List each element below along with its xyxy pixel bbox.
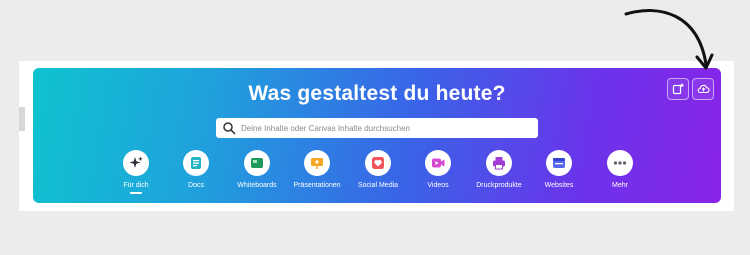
collapsed-side-tab[interactable] bbox=[19, 107, 25, 131]
presentation-icon bbox=[311, 158, 323, 169]
video-icon bbox=[432, 158, 445, 168]
category-label: Mehr bbox=[612, 182, 628, 189]
category-label: Für dich bbox=[123, 182, 149, 189]
category-icon-circle bbox=[244, 150, 270, 176]
category-icon-circle bbox=[546, 150, 572, 176]
annotation-arrow-icon bbox=[624, 9, 714, 70]
category-icon-circle bbox=[123, 150, 149, 176]
category-icon-circle bbox=[607, 150, 633, 176]
category-label: Social Media bbox=[357, 182, 399, 189]
category-docs[interactable]: Docs bbox=[161, 150, 231, 189]
category-praesentationen[interactable]: Präsentationen bbox=[282, 150, 352, 189]
category-icon-circle bbox=[365, 150, 391, 176]
hero-banner: Was gestaltest du heute? Deine Inhalte o… bbox=[33, 68, 721, 203]
category-websites[interactable]: Websites bbox=[524, 150, 594, 189]
upload-cloud-icon bbox=[697, 84, 710, 94]
search-icon bbox=[223, 122, 236, 135]
selected-indicator bbox=[130, 192, 142, 194]
category-row: Für dich Docs Whiteboards Präsentationen… bbox=[33, 150, 721, 200]
category-icon-circle bbox=[304, 150, 330, 176]
category-label: Videos bbox=[427, 182, 449, 189]
category-label: Präsentationen bbox=[293, 182, 341, 189]
category-icon-circle bbox=[183, 150, 209, 176]
search-bar[interactable] bbox=[216, 118, 538, 138]
category-mehr[interactable]: Mehr bbox=[585, 150, 655, 189]
category-icon-circle bbox=[425, 150, 451, 176]
category-videos[interactable]: Videos bbox=[403, 150, 473, 189]
page-title: Was gestaltest du heute? bbox=[248, 82, 506, 105]
category-label: Druckprodukte bbox=[476, 182, 522, 189]
custom-size-icon bbox=[672, 83, 684, 95]
category-label: Whiteboards bbox=[237, 182, 277, 189]
print-icon bbox=[493, 157, 505, 170]
heart-icon bbox=[372, 157, 384, 169]
whiteboard-icon bbox=[251, 158, 263, 168]
category-icon-circle bbox=[486, 150, 512, 176]
docs-icon bbox=[191, 157, 201, 169]
category-label: Docs bbox=[188, 182, 204, 189]
more-icon bbox=[613, 161, 627, 165]
website-icon bbox=[553, 158, 565, 168]
sparkle-icon bbox=[129, 156, 143, 168]
search-input[interactable] bbox=[241, 119, 538, 137]
category-label: Websites bbox=[544, 182, 574, 189]
